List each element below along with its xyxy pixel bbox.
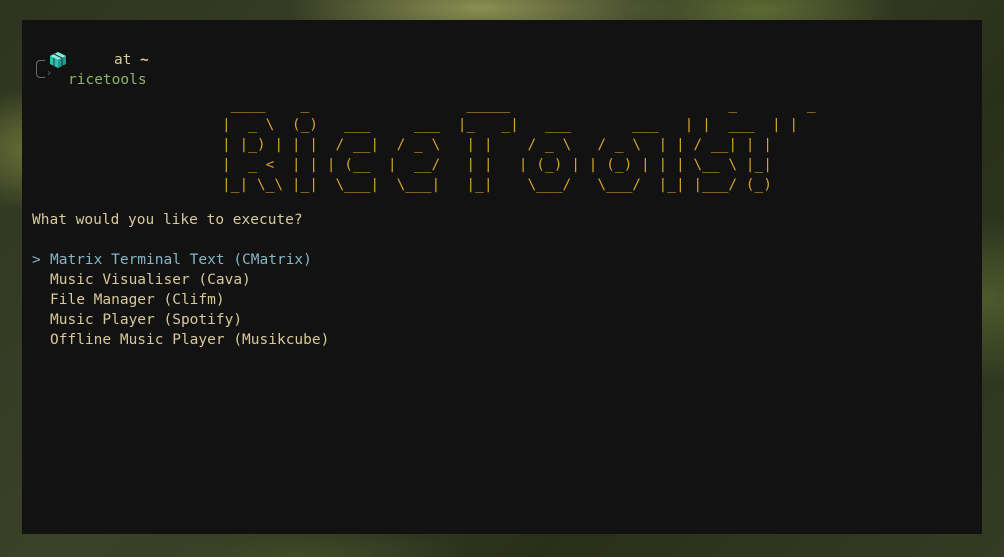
prompt-directory: ricetools: [68, 72, 147, 88]
prompt-corner-icon: [36, 60, 45, 78]
menu-item-cmatrix[interactable]: > Matrix Terminal Text (CMatrix): [32, 250, 329, 270]
menu-list: > Matrix Terminal Text (CMatrix) Music Vi…: [32, 250, 329, 350]
menu-item-musikcube[interactable]: Offline Music Player (Musikcube): [32, 330, 329, 350]
prompt-arrow-icon: ›: [46, 68, 53, 79]
menu-question: What would you like to execute?: [32, 212, 303, 228]
menu-item-cava[interactable]: Music Visualiser (Cava): [32, 270, 329, 290]
menu-item-label: Music Player (Spotify): [50, 312, 243, 328]
menu-item-clifm[interactable]: File Manager (Clifm): [32, 290, 329, 310]
terminal-window[interactable]: › at ~ ricetools ____ _ _____ _ _ | _ \ …: [22, 20, 982, 534]
prompt-tilde: ~: [140, 52, 149, 68]
menu-item-label: Matrix Terminal Text (CMatrix): [50, 252, 312, 268]
ascii-banner: ____ _ _____ _ _ | _ \ (_) ___ ___ |_ _|…: [222, 97, 816, 193]
menu-item-label: Music Visualiser (Cava): [50, 272, 251, 288]
menu-item-spotify[interactable]: Music Player (Spotify): [32, 310, 329, 330]
prompt-at: at: [114, 52, 132, 68]
cube-icon: [50, 52, 66, 68]
selection-marker: >: [32, 252, 41, 268]
menu-item-label: File Manager (Clifm): [50, 292, 225, 308]
menu-item-label: Offline Music Player (Musikcube): [50, 332, 330, 348]
